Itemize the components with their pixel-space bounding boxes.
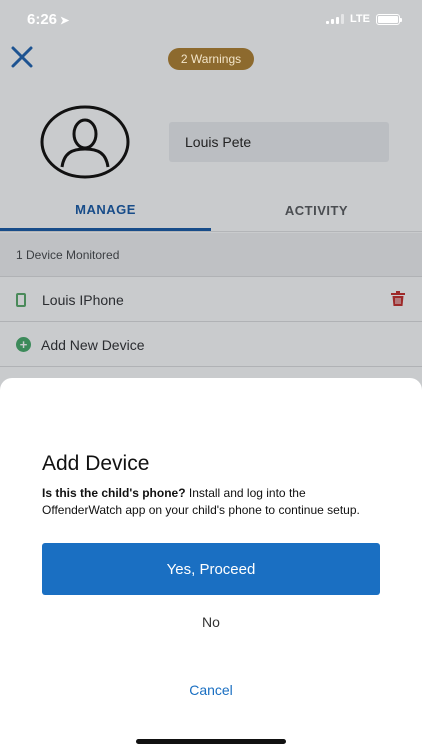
device-name: Louis IPhone: [42, 291, 124, 308]
phone-icon: [16, 292, 26, 307]
signal-icon: [326, 14, 345, 24]
status-indicators: LTE: [326, 13, 402, 25]
devices-count-label: 1 Device Monitored: [16, 247, 120, 262]
device-row[interactable]: Louis IPhone: [0, 278, 422, 322]
child-name-field[interactable]: Louis Pete: [169, 122, 389, 162]
dialog-question: Is this the child's phone?: [42, 486, 186, 500]
tab-activity[interactable]: ACTIVITY: [211, 190, 422, 231]
tab-manage[interactable]: MANAGE: [0, 190, 211, 231]
add-new-device-label: Add New Device: [41, 336, 145, 353]
status-bar: 6:26 ➤ LTE: [0, 0, 422, 40]
dialog-title: Add Device: [42, 452, 150, 475]
network-label: LTE: [350, 13, 370, 25]
dialog-message: Is this the child's phone? Install and l…: [42, 485, 382, 519]
add-device-sheet: Add Device Is this the child's phone? In…: [0, 378, 422, 750]
trash-icon[interactable]: [391, 291, 405, 306]
battery-icon: [376, 13, 402, 25]
tab-bar: MANAGE ACTIVITY: [0, 190, 422, 232]
warnings-badge[interactable]: 2 Warnings: [168, 48, 254, 70]
status-time: 6:26 ➤: [27, 11, 69, 28]
no-button[interactable]: No: [0, 610, 422, 634]
home-indicator[interactable]: [136, 739, 286, 744]
child-name-value: Louis Pete: [185, 134, 252, 150]
cancel-button[interactable]: Cancel: [0, 678, 422, 702]
devices-section-header: 1 Device Monitored: [0, 233, 422, 277]
plus-icon: +: [16, 337, 31, 352]
avatar-icon[interactable]: [40, 105, 130, 179]
close-icon[interactable]: [10, 45, 34, 69]
add-new-device-row[interactable]: + Add New Device: [0, 323, 422, 367]
time-text: 6:26: [27, 11, 58, 28]
location-arrow-icon: ➤: [60, 15, 70, 27]
yes-proceed-button[interactable]: Yes, Proceed: [42, 543, 380, 595]
